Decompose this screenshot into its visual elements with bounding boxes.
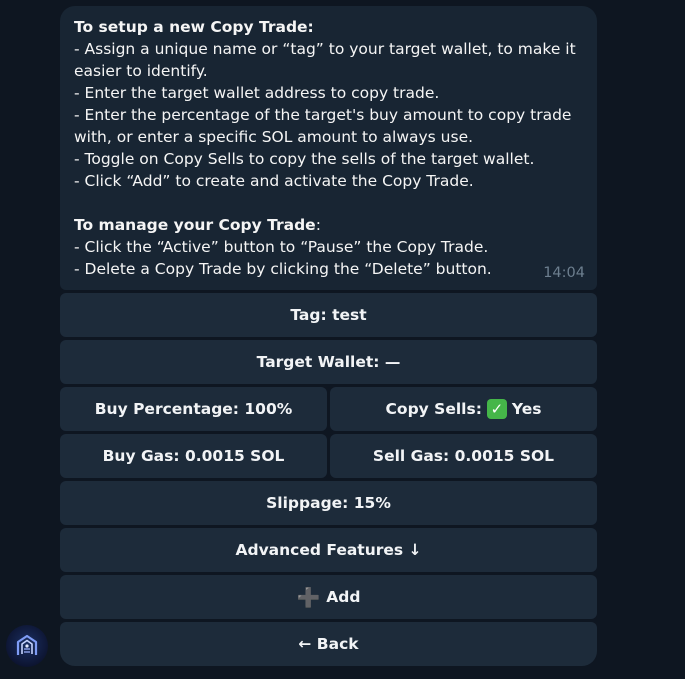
manage-line: - Delete a Copy Trade by clicking the “D… (74, 260, 492, 278)
back-button[interactable]: ← Back (60, 622, 597, 666)
bot-message-bubble: To setup a new Copy Trade: - Assign a un… (60, 6, 597, 290)
setup-line: - Click “Add” to create and activate the… (74, 172, 474, 190)
keyboard-row: ← Back (60, 622, 597, 666)
sell-gas-button[interactable]: Sell Gas: 0.0015 SOL (330, 434, 597, 478)
keyboard-row: Buy Gas: 0.0015 SOL Sell Gas: 0.0015 SOL (60, 434, 597, 478)
manage-heading-colon: : (315, 216, 321, 234)
add-button[interactable]: ➕ Add (60, 575, 597, 619)
setup-line: - Enter the percentage of the target's b… (74, 106, 572, 124)
keyboard-row: Tag: test (60, 293, 597, 337)
avatar-logo-icon (16, 634, 38, 655)
copy-sells-value: Yes (511, 400, 542, 418)
setup-line: - Enter the target wallet address to cop… (74, 84, 440, 102)
slippage-button[interactable]: Slippage: 15% (60, 481, 597, 525)
setup-line: - Assign a unique name or “tag” to your … (74, 40, 576, 58)
target-wallet-button[interactable]: Target Wallet: — (60, 340, 597, 384)
manage-line: - Click the “Active” button to “Pause” t… (74, 238, 489, 256)
chat-view: To setup a new Copy Trade: - Assign a un… (0, 0, 685, 679)
setup-heading: To setup a new Copy Trade: (74, 18, 314, 36)
keyboard-row: Slippage: 15% (60, 481, 597, 525)
manage-heading: To manage your Copy Trade (74, 216, 316, 234)
keyboard-row: Buy Percentage: 100% Copy Sells: ✓ Yes (60, 387, 597, 431)
add-label: Add (326, 588, 361, 606)
plus-icon: ➕ (296, 586, 321, 609)
bot-avatar[interactable] (6, 625, 48, 667)
check-mark-icon: ✓ (486, 399, 507, 419)
tag-button[interactable]: Tag: test (60, 293, 597, 337)
message-time: 14:04 (543, 265, 585, 281)
copy-sells-label: Copy Sells: (385, 400, 482, 418)
setup-line: - Toggle on Copy Sells to copy the sells… (74, 150, 535, 168)
copy-sells-button[interactable]: Copy Sells: ✓ Yes (330, 387, 597, 431)
keyboard-row: ➕ Add (60, 575, 597, 619)
setup-line: with, or enter a specific SOL amount to … (74, 128, 474, 146)
buy-gas-button[interactable]: Buy Gas: 0.0015 SOL (60, 434, 327, 478)
keyboard-row: Advanced Features ↓ (60, 528, 597, 572)
manage-heading-line: To manage your Copy Trade: (74, 214, 583, 236)
keyboard-row: Target Wallet: — (60, 340, 597, 384)
setup-line: easier to identify. (74, 62, 208, 80)
advanced-features-button[interactable]: Advanced Features ↓ (60, 528, 597, 572)
buy-percentage-button[interactable]: Buy Percentage: 100% (60, 387, 327, 431)
